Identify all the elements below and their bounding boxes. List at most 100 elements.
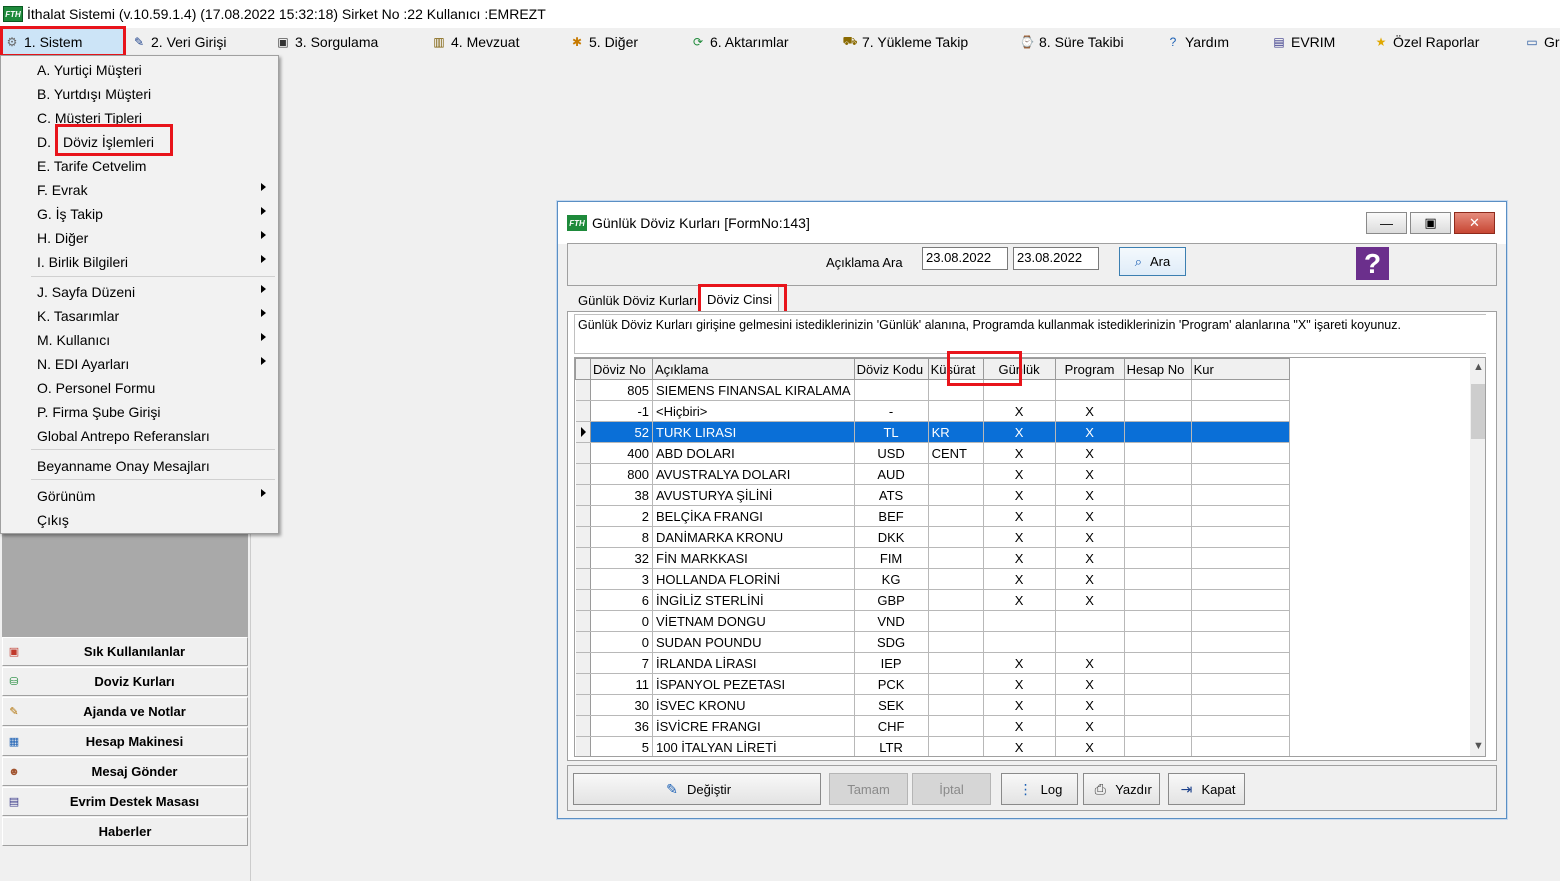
- log-button[interactable]: ⋮ Log: [1001, 773, 1078, 805]
- table-cell[interactable]: [1191, 400, 1290, 422]
- table-cell[interactable]: 8: [590, 526, 653, 548]
- menu-item-kullanici[interactable]: M. Kullanıcı: [37, 329, 110, 351]
- menu-item-firma-sube-girisi[interactable]: P. Firma Şube Girişi: [37, 401, 160, 423]
- table-cell[interactable]: [1191, 631, 1290, 653]
- table-cell[interactable]: [1191, 547, 1290, 569]
- menu-item-global-antrepo[interactable]: Global Antrepo Referansları: [37, 425, 210, 447]
- table-cell[interactable]: 30: [590, 694, 653, 716]
- kapat-button[interactable]: ⇥ Kapat: [1168, 773, 1245, 805]
- table-cell[interactable]: [1191, 736, 1290, 756]
- table-row[interactable]: 400 ABD DOLARI USD CENT X X: [575, 442, 1290, 464]
- row-indicator[interactable]: [575, 400, 591, 422]
- table-cell[interactable]: [1055, 631, 1125, 653]
- menu-sure-takibi[interactable]: ⌚ 8. Süre Takibi: [1019, 28, 1124, 55]
- table-cell[interactable]: ATS: [854, 484, 929, 506]
- menu-veri-girisi[interactable]: ✎ 2. Veri Girişi: [131, 28, 227, 55]
- table-cell[interactable]: -: [854, 400, 929, 422]
- table-cell[interactable]: [1191, 673, 1290, 695]
- row-indicator[interactable]: [575, 652, 591, 674]
- table-cell[interactable]: [928, 673, 984, 695]
- table-cell[interactable]: [928, 463, 984, 485]
- table-cell[interactable]: X: [983, 589, 1056, 611]
- table-row[interactable]: 36 İSVİCRE FRANGI CHF X X: [575, 715, 1290, 737]
- table-cell[interactable]: [1191, 463, 1290, 485]
- table-cell[interactable]: 0: [590, 631, 653, 653]
- yazdir-button[interactable]: ⎙ Yazdır: [1083, 773, 1160, 805]
- menu-item-tasarimlar[interactable]: K. Tasarımlar: [37, 305, 119, 327]
- table-cell[interactable]: X: [1055, 526, 1125, 548]
- table-cell[interactable]: X: [983, 484, 1056, 506]
- table-cell[interactable]: IEP: [854, 652, 929, 674]
- col-header[interactable]: Açıklama: [652, 358, 855, 380]
- table-cell[interactable]: [928, 400, 984, 422]
- table-cell[interactable]: FIM: [854, 547, 929, 569]
- table-cell[interactable]: [1124, 736, 1192, 756]
- table-row[interactable]: 2 BELÇİKA FRANGI BEF X X: [575, 505, 1290, 527]
- tamam-button[interactable]: Tamam: [829, 773, 908, 805]
- table-cell[interactable]: [1191, 715, 1290, 737]
- table-cell[interactable]: [928, 736, 984, 756]
- col-header[interactable]: Hesap No: [1123, 358, 1192, 380]
- table-cell[interactable]: [1124, 547, 1192, 569]
- table-cell[interactable]: X: [1055, 421, 1125, 443]
- table-cell[interactable]: SEK: [854, 694, 929, 716]
- table-cell[interactable]: X: [983, 505, 1056, 527]
- menu-item-yurtici-musteri[interactable]: A. Yurtiçi Müşteri: [37, 59, 142, 81]
- table-row[interactable]: 32 FİN MARKKASI FIM X X: [575, 547, 1290, 569]
- left-btn-mesaj-gonder[interactable]: ☻ Mesaj Gönder: [2, 757, 248, 786]
- row-indicator[interactable]: [575, 715, 591, 737]
- menu-sorgulama[interactable]: ▣ 3. Sorgulama: [275, 28, 378, 55]
- table-cell[interactable]: 32: [590, 547, 653, 569]
- menu-item-cikis[interactable]: Çıkış: [37, 509, 69, 531]
- menu-yardim[interactable]: ? Yardım: [1165, 28, 1229, 55]
- help-icon[interactable]: ?: [1356, 247, 1389, 280]
- table-cell[interactable]: [928, 694, 984, 716]
- table-cell[interactable]: USD: [854, 442, 929, 464]
- table-cell[interactable]: X: [1055, 505, 1125, 527]
- table-cell[interactable]: 52: [590, 421, 653, 443]
- table-cell[interactable]: X: [1055, 694, 1125, 716]
- menu-item-gorunum[interactable]: Görünüm: [37, 485, 95, 507]
- menu-mevzuat[interactable]: ▥ 4. Mevzuat: [431, 28, 519, 55]
- table-cell[interactable]: [854, 379, 929, 401]
- table-cell[interactable]: [1191, 694, 1290, 716]
- left-btn-ajanda-ve-notlar[interactable]: ✎ Ajanda ve Notlar: [2, 697, 248, 726]
- table-cell[interactable]: X: [983, 673, 1056, 695]
- row-indicator[interactable]: [575, 736, 591, 756]
- table-cell[interactable]: BELÇİKA FRANGI: [652, 505, 855, 527]
- row-indicator[interactable]: [575, 442, 591, 464]
- left-btn-hesap-makinesi[interactable]: ▦ Hesap Makinesi: [2, 727, 248, 756]
- table-cell[interactable]: [928, 568, 984, 590]
- table-cell[interactable]: X: [1055, 400, 1125, 422]
- table-cell[interactable]: SIEMENS FINANSAL KIRALAMA: [652, 379, 855, 401]
- menu-item-tarife-cetvelim[interactable]: E. Tarife Cetvelim: [37, 155, 146, 177]
- table-cell[interactable]: 805: [590, 379, 653, 401]
- table-cell[interactable]: 100 İTALYAN LİRETİ: [652, 736, 855, 756]
- table-cell[interactable]: AVUSTURYA ŞİLİNİ: [652, 484, 855, 506]
- table-cell[interactable]: [1124, 694, 1192, 716]
- table-cell[interactable]: [1124, 526, 1192, 548]
- row-indicator[interactable]: [575, 610, 591, 632]
- table-row[interactable]: 52 TURK LIRASI TL KR X X: [575, 421, 1290, 443]
- table-cell[interactable]: X: [1055, 547, 1125, 569]
- table-cell[interactable]: 6: [590, 589, 653, 611]
- table-row[interactable]: 0 SUDAN POUNDU SDG: [575, 631, 1290, 653]
- row-indicator[interactable]: [575, 631, 591, 653]
- left-btn-sik-kullanilanlar[interactable]: ▣ Sık Kullanılanlar: [2, 637, 248, 666]
- table-cell[interactable]: TURK LIRASI: [652, 421, 855, 443]
- table-cell[interactable]: [1124, 568, 1192, 590]
- table-cell[interactable]: [1124, 400, 1192, 422]
- table-cell[interactable]: KG: [854, 568, 929, 590]
- table-cell[interactable]: 400: [590, 442, 653, 464]
- menu-item-yurtdisi-musteri[interactable]: B. Yurtdışı Müşteri: [37, 83, 151, 105]
- table-row[interactable]: 0 VİETNAM DONGU VND: [575, 610, 1290, 632]
- close-button[interactable]: ✕: [1454, 212, 1495, 234]
- menu-ozel-raporlar[interactable]: ★ Özel Raporlar: [1373, 28, 1480, 55]
- table-cell[interactable]: [1124, 652, 1192, 674]
- table-cell[interactable]: SUDAN POUNDU: [652, 631, 855, 653]
- table-row[interactable]: 6 İNGİLİZ STERLİNİ GBP X X: [575, 589, 1290, 611]
- table-cell[interactable]: [1191, 505, 1290, 527]
- table-cell[interactable]: 38: [590, 484, 653, 506]
- table-cell[interactable]: 7: [590, 652, 653, 674]
- menu-diger[interactable]: ✱ 5. Diğer: [569, 28, 638, 55]
